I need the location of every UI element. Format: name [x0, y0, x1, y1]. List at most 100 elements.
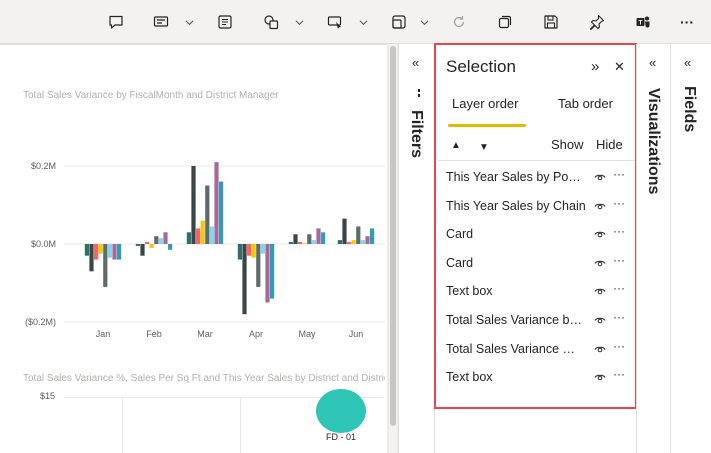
- more-options-icon[interactable]: ···: [613, 196, 625, 210]
- layer-item[interactable]: Total Sales Variance by FiscalMonth ···: [446, 309, 626, 331]
- eye-icon[interactable]: [594, 372, 606, 382]
- bar[interactable]: [214, 162, 219, 244]
- eye-icon[interactable]: [594, 229, 606, 239]
- bar[interactable]: [356, 226, 361, 244]
- bar[interactable]: [307, 234, 312, 244]
- bar[interactable]: [351, 240, 356, 244]
- more-options-icon[interactable]: ···: [613, 367, 625, 381]
- show-all-button[interactable]: Show: [551, 137, 584, 152]
- bar[interactable]: [89, 244, 94, 272]
- more-options-icon[interactable]: ···: [613, 224, 625, 238]
- layer-item[interactable]: This Year Sales by Postal ···: [446, 166, 626, 188]
- collapse-fields-icon[interactable]: «: [684, 55, 691, 70]
- refresh-icon[interactable]: [450, 12, 468, 32]
- bar[interactable]: [205, 185, 210, 245]
- move-down-icon[interactable]: ▼: [479, 142, 489, 153]
- close-icon[interactable]: ✕: [614, 59, 625, 75]
- bar[interactable]: [293, 234, 298, 244]
- bar[interactable]: [98, 244, 103, 254]
- layer-item[interactable]: Text box ···: [446, 280, 626, 302]
- bar[interactable]: [196, 228, 201, 244]
- layer-item[interactable]: Card ···: [446, 252, 626, 274]
- teams-icon[interactable]: T: [634, 12, 652, 32]
- chevron-down-icon[interactable]: [184, 14, 194, 30]
- bar[interactable]: [200, 220, 205, 244]
- bar[interactable]: [251, 244, 256, 258]
- district-bubble[interactable]: [316, 389, 366, 433]
- chevron-down-icon[interactable]: [419, 14, 429, 30]
- bar[interactable]: [270, 244, 275, 299]
- bar[interactable]: [321, 232, 326, 244]
- pin-icon[interactable]: [588, 12, 606, 32]
- buttons-icon[interactable]: [326, 12, 344, 32]
- bar[interactable]: [311, 240, 316, 244]
- tab-layer-order[interactable]: Layer order: [452, 96, 518, 111]
- bar[interactable]: [347, 242, 352, 244]
- move-up-icon[interactable]: ▲: [451, 140, 461, 151]
- eye-icon[interactable]: [594, 172, 606, 182]
- bar[interactable]: [247, 244, 252, 256]
- fields-title[interactable]: Fields: [680, 86, 698, 132]
- bar[interactable]: [219, 181, 224, 244]
- hide-all-button[interactable]: Hide: [596, 137, 623, 152]
- bar[interactable]: [163, 232, 168, 244]
- bar[interactable]: [168, 244, 173, 250]
- bar[interactable]: [265, 244, 270, 303]
- more-options-icon[interactable]: ···: [613, 253, 625, 267]
- bar[interactable]: [256, 244, 261, 287]
- sales-variance-bar-chart[interactable]: $0.2M $0.0M ($0.2M) Jan Feb Mar Apr May Jun: [0, 140, 387, 350]
- bar[interactable]: [302, 243, 307, 245]
- bar[interactable]: [103, 244, 108, 287]
- layer-item[interactable]: Text box ···: [446, 366, 626, 388]
- canvas-scrollbar[interactable]: [389, 44, 397, 453]
- bar[interactable]: [145, 242, 150, 244]
- more-options-icon[interactable]: ···: [613, 167, 625, 181]
- bar[interactable]: [316, 228, 321, 244]
- bar[interactable]: [149, 244, 154, 248]
- bar[interactable]: [337, 240, 342, 244]
- visual-icon[interactable]: [390, 12, 408, 32]
- bar[interactable]: [154, 236, 159, 244]
- save-icon[interactable]: [542, 12, 560, 32]
- bar[interactable]: [237, 244, 242, 260]
- bar[interactable]: [117, 244, 122, 260]
- eye-icon[interactable]: [594, 258, 606, 268]
- bar[interactable]: [288, 242, 293, 244]
- bar[interactable]: [186, 232, 191, 244]
- eye-icon[interactable]: [594, 286, 606, 296]
- more-options-icon[interactable]: ···: [678, 12, 696, 32]
- more-options-icon[interactable]: ···: [613, 281, 625, 295]
- bar[interactable]: [135, 244, 140, 246]
- comment-icon[interactable]: [107, 12, 125, 32]
- text-box-icon[interactable]: [216, 12, 234, 32]
- eye-icon[interactable]: [594, 201, 606, 211]
- bar[interactable]: [242, 244, 247, 315]
- bar[interactable]: [209, 226, 214, 244]
- layer-item[interactable]: This Year Sales by Chain ···: [446, 195, 626, 217]
- tab-tab-order[interactable]: Tab order: [558, 96, 613, 111]
- bar[interactable]: [260, 244, 265, 254]
- bar[interactable]: [360, 240, 365, 244]
- filters-title[interactable]: Filters: [407, 110, 425, 158]
- bar[interactable]: [107, 244, 112, 258]
- bar[interactable]: [158, 238, 163, 244]
- bar[interactable]: [370, 228, 375, 244]
- bar[interactable]: [84, 244, 89, 256]
- collapse-filters-icon[interactable]: «: [412, 55, 419, 70]
- bar[interactable]: [191, 166, 196, 244]
- bar[interactable]: [342, 218, 347, 244]
- chevron-down-icon[interactable]: [294, 14, 304, 30]
- visualizations-title[interactable]: Visualizations: [644, 88, 662, 194]
- copy-icon[interactable]: [496, 12, 514, 32]
- scroll-thumb[interactable]: [390, 46, 396, 426]
- layer-item[interactable]: Total Sales Variance % by Month ···: [446, 338, 626, 360]
- bar[interactable]: [94, 244, 99, 260]
- more-options-icon[interactable]: ···: [613, 339, 625, 353]
- layer-item[interactable]: Card ···: [446, 223, 626, 245]
- eye-icon[interactable]: [594, 315, 606, 325]
- more-options-icon[interactable]: ···: [613, 310, 625, 324]
- expand-pane-icon[interactable]: »: [591, 58, 599, 75]
- chevron-down-icon[interactable]: [358, 14, 368, 30]
- eye-icon[interactable]: [594, 344, 606, 354]
- bar[interactable]: [365, 236, 370, 244]
